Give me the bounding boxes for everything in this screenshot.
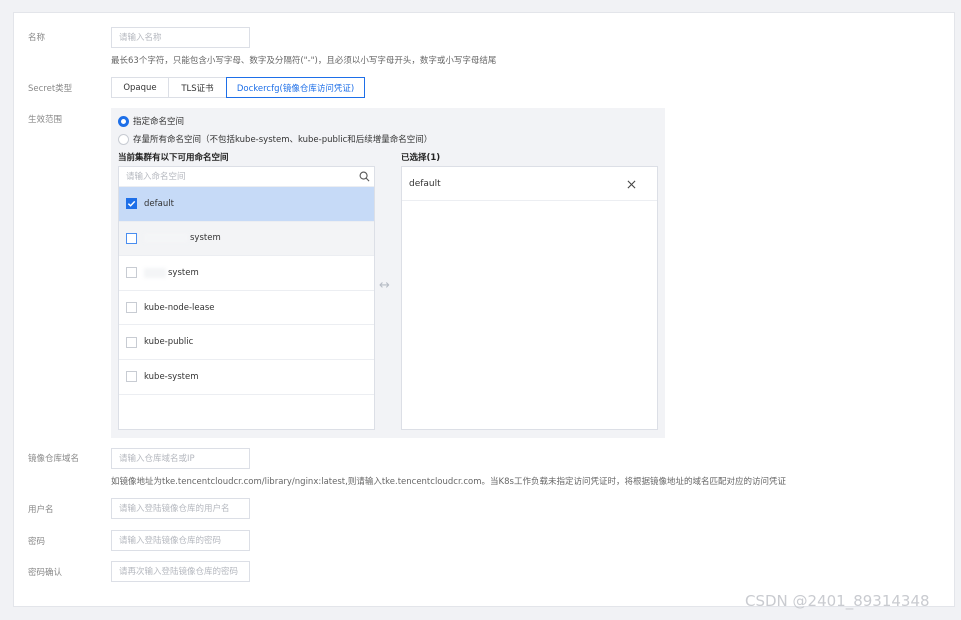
redacted-text (144, 233, 188, 244)
name-label: 名称 (28, 33, 46, 43)
registry-hint: 如镜像地址为tke.tencentcloudcr.com/library/ngi… (111, 477, 786, 487)
namespace-label: system (168, 267, 199, 278)
selected-item: default (402, 167, 657, 201)
tab-dockercfg[interactable]: Dockercfg(镜像仓库访问凭证) (226, 77, 365, 98)
radio-all-namespaces[interactable]: 存量所有命名空间（不包括kube-system、kube-public和后续增量… (118, 133, 432, 145)
password-label: 密码 (28, 537, 46, 547)
checkbox-icon[interactable] (126, 302, 137, 314)
checkbox-icon[interactable] (126, 267, 137, 279)
namespace-row-kube-public[interactable]: kube-public (119, 325, 374, 360)
radio-all-label: 存量所有命名空间（不包括kube-system、kube-public和后续增量… (133, 135, 433, 145)
available-namespaces-title: 当前集群有以下可用命名空间 (118, 153, 229, 163)
checkbox-icon[interactable] (126, 232, 137, 244)
radio-specified-label: 指定命名空间 (133, 117, 185, 127)
namespace-row-redacted-2[interactable]: system (119, 256, 374, 291)
transfer-arrow-icon: ↔ (379, 278, 390, 293)
username-label: 用户名 (28, 505, 54, 515)
radio-specified-namespace[interactable]: 指定命名空间 (118, 115, 184, 127)
namespace-row-default[interactable]: default (119, 187, 374, 222)
name-input[interactable] (111, 27, 250, 48)
secret-type-label: Secret类型 (28, 84, 73, 94)
name-hint: 最长63个字符，只能包含小写字母、数字及分隔符("-")，且必须以小写字母开头，… (111, 56, 497, 66)
namespace-label: kube-public (144, 337, 194, 348)
checkbox-icon[interactable] (126, 336, 137, 348)
namespace-row-kube-system[interactable]: kube-system (119, 360, 374, 395)
tab-tls[interactable]: TLS证书 (168, 77, 227, 98)
password-confirm-input[interactable] (111, 561, 250, 582)
namespace-label: system (190, 233, 221, 244)
checkbox-checked-icon[interactable] (126, 198, 137, 210)
watermark: CSDN @2401_89314348 (745, 592, 930, 610)
tab-opaque[interactable]: Opaque (111, 77, 169, 98)
registry-input[interactable] (111, 448, 250, 469)
namespace-search-input[interactable] (119, 167, 351, 186)
namespace-row-redacted-1[interactable]: system (119, 221, 374, 257)
search-icon[interactable] (359, 171, 370, 182)
namespace-label: kube-system (144, 371, 199, 382)
radio-unchecked-icon (118, 133, 129, 145)
namespace-label: default (144, 198, 174, 209)
close-icon[interactable] (627, 180, 636, 189)
checkbox-icon[interactable] (126, 371, 137, 383)
scope-box: 指定命名空间 存量所有命名空间（不包括kube-system、kube-publ… (111, 108, 665, 438)
available-namespaces-panel: default system system kube-node-lease ku… (118, 166, 375, 430)
selected-item-label: default (409, 178, 441, 189)
secret-form-card: 名称 最长63个字符，只能包含小写字母、数字及分隔符("-")，且必须以小写字母… (13, 12, 955, 607)
namespace-label: kube-node-lease (144, 302, 215, 313)
selected-namespaces-title: 已选择(1) (401, 153, 441, 163)
selected-namespaces-panel: default (401, 166, 658, 430)
scope-label: 生效范围 (28, 115, 63, 125)
password-input[interactable] (111, 530, 250, 551)
namespace-row-kube-node-lease[interactable]: kube-node-lease (119, 291, 374, 326)
password-confirm-label: 密码确认 (28, 568, 63, 578)
radio-checked-icon (118, 115, 129, 127)
username-input[interactable] (111, 498, 250, 519)
registry-label: 镜像仓库域名 (28, 454, 80, 464)
redacted-text (144, 267, 166, 278)
namespace-search-box (119, 167, 374, 187)
